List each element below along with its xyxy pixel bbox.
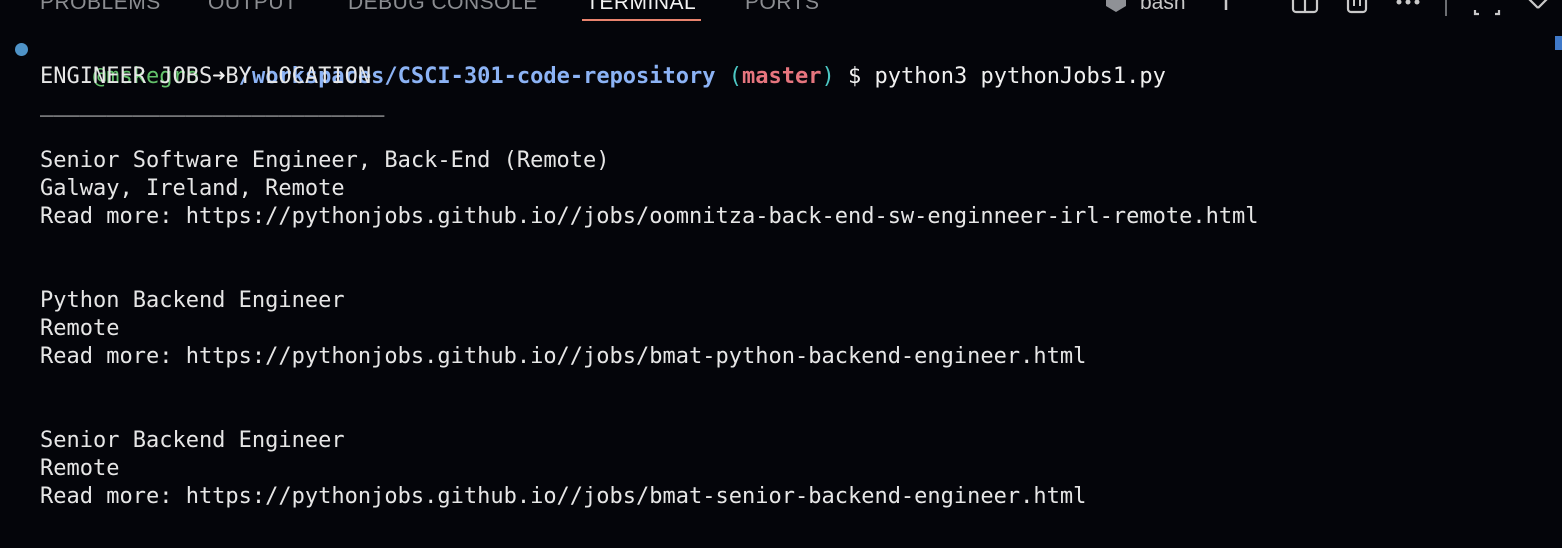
job-read-more-link[interactable]: Read more: https://pythonjobs.github.io/… (0, 343, 1562, 371)
more-actions-icon[interactable] (1394, 0, 1424, 16)
maximize-panel-icon[interactable] (1472, 0, 1502, 20)
active-tab-indicator (582, 19, 701, 21)
terminal-shell-label[interactable]: bash (1140, 0, 1186, 20)
tab-debug-console[interactable]: DEBUG CONSOLE (348, 0, 538, 20)
job-title: Senior Software Engineer, Back-End (Remo… (40, 148, 610, 173)
tab-output[interactable]: OUTPUT (208, 0, 297, 20)
job-title: Senior Backend Engineer (40, 428, 345, 453)
tab-ports[interactable]: PORTS (745, 0, 819, 20)
new-terminal-plus-icon[interactable] (1210, 0, 1242, 18)
job-title: Python Backend Engineer (40, 288, 345, 313)
tab-problems[interactable]: PROBLEMS (40, 0, 161, 20)
job-location: Galway, Ireland, Remote (40, 176, 345, 201)
job-read-more-link[interactable]: Read more: https://pythonjobs.github.io/… (0, 483, 1562, 511)
job-read-more-link[interactable]: Read more: https://pythonjobs.github.io/… (0, 203, 1562, 231)
split-terminal-icon[interactable] (1290, 0, 1320, 20)
tab-terminal[interactable]: TERMINAL (586, 0, 696, 20)
prompt-line: @mskegro ➜ /workspaces/CSCI-301-code-rep… (0, 35, 1562, 89)
close-panel-icon[interactable] (1524, 0, 1554, 18)
terminal-icon (1102, 0, 1130, 24)
command-status-dot[interactable] (15, 43, 28, 56)
job-location: Remote (40, 456, 120, 481)
toolbar-divider (1445, 0, 1447, 16)
terminal-output[interactable]: @mskegro ➜ /workspaces/CSCI-301-code-rep… (0, 35, 1562, 511)
panel-tab-bar: PROBLEMS OUTPUT DEBUG CONSOLE TERMINAL P… (0, 0, 1562, 20)
chevron-down-icon[interactable] (1248, 0, 1266, 22)
output-separator: __________________________ (40, 92, 385, 117)
output-heading: ENGINEER JOBS BY LOCATION (40, 64, 372, 89)
job-location: Remote (40, 316, 120, 341)
trash-icon[interactable] (1343, 0, 1371, 20)
